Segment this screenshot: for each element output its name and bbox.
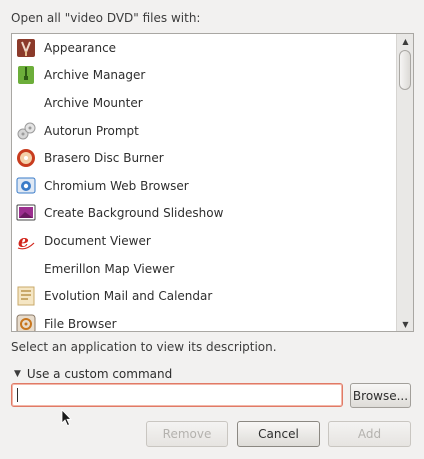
application-list-item[interactable]: Emerillon Map Viewer: [12, 255, 395, 283]
text-caret: [17, 388, 18, 402]
add-button[interactable]: Add: [328, 421, 411, 447]
application-description: Select an application to view its descri…: [11, 340, 277, 354]
application-list-item[interactable]: e Document Viewer: [12, 227, 395, 255]
appearance-icon: [15, 37, 37, 59]
expander-triangle-icon: ▼: [14, 369, 21, 379]
brasero-icon: [15, 147, 37, 169]
application-list-item[interactable]: Create Background Slideshow: [12, 200, 395, 228]
archive-manager-icon: [15, 64, 37, 86]
application-list-item[interactable]: Evolution Mail and Calendar: [12, 282, 395, 310]
custom-command-label: Use a custom command: [26, 367, 173, 381]
application-name: Brasero Disc Burner: [44, 151, 164, 166]
blank-icon: [15, 92, 37, 114]
application-list-item[interactable]: Archive Mounter: [12, 89, 395, 117]
application-name: Archive Mounter: [44, 95, 143, 110]
dialog-heading: Open all "video DVD" files with:: [11, 11, 201, 25]
custom-command-input[interactable]: [11, 383, 343, 407]
application-name: Create Background Slideshow: [44, 206, 224, 221]
application-name: Archive Manager: [44, 68, 146, 83]
mouse-pointer-icon: [61, 409, 72, 427]
application-name: Emerillon Map Viewer: [44, 261, 175, 276]
application-list-item[interactable]: Appearance: [12, 34, 395, 62]
scroll-down-arrow-icon[interactable]: ▼: [397, 317, 413, 331]
blank-icon: [15, 258, 37, 280]
scrollbar-thumb[interactable]: [399, 50, 411, 90]
application-name: Appearance: [44, 40, 117, 55]
application-list-item[interactable]: Chromium Web Browser: [12, 172, 395, 200]
application-list-item[interactable]: Archive Manager: [12, 62, 395, 90]
application-name: Autorun Prompt: [44, 123, 139, 138]
application-name: Document Viewer: [44, 233, 151, 248]
application-list[interactable]: Appearance Archive Manager Archive Mounter…: [11, 33, 414, 332]
browse-button[interactable]: Browse...: [350, 383, 411, 408]
application-name: Chromium Web Browser: [44, 178, 189, 193]
scroll-up-arrow-icon[interactable]: ▲: [397, 34, 413, 48]
application-list-items: Appearance Archive Manager Archive Mounter…: [12, 34, 395, 331]
application-name: File Browser: [44, 316, 117, 331]
custom-command-expander[interactable]: ▼ Use a custom command: [14, 367, 172, 381]
remove-button[interactable]: Remove: [146, 421, 228, 447]
application-list-item[interactable]: Autorun Prompt: [12, 117, 395, 145]
file-browser-icon: [15, 313, 37, 331]
document-viewer-icon: e: [15, 230, 37, 252]
autorun-prompt-icon: [15, 120, 37, 142]
application-name: Evolution Mail and Calendar: [44, 289, 213, 304]
cancel-button[interactable]: Cancel: [237, 421, 320, 447]
vertical-scrollbar[interactable]: ▲ ▼: [396, 34, 413, 331]
application-list-item[interactable]: Brasero Disc Burner: [12, 144, 395, 172]
evolution-icon: [15, 285, 37, 307]
slideshow-icon: [15, 202, 37, 224]
application-list-item[interactable]: File Browser: [12, 310, 395, 331]
chromium-icon: [15, 175, 37, 197]
